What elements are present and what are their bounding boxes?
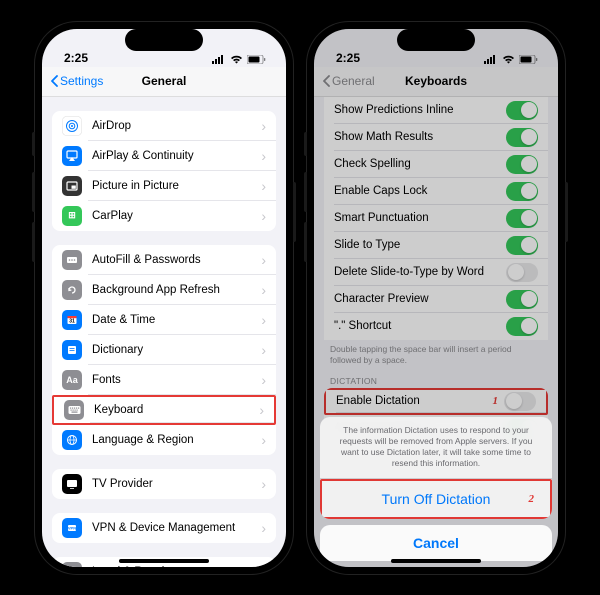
cancel-label: Cancel bbox=[413, 535, 459, 551]
row-label: VPN & Device Management bbox=[92, 522, 257, 534]
date-icon: 31 bbox=[62, 310, 82, 330]
settings-row-lang[interactable]: Language & Region › bbox=[52, 425, 276, 455]
svg-text:31: 31 bbox=[69, 318, 75, 324]
row-label: Picture in Picture bbox=[92, 180, 257, 192]
chevron-right-icon: › bbox=[261, 342, 266, 358]
chevron-right-icon: › bbox=[259, 402, 264, 418]
turn-off-dictation-button[interactable]: Turn Off Dictation 2 bbox=[320, 479, 552, 519]
fonts-icon: Aa bbox=[62, 370, 82, 390]
row-label: Keyboard bbox=[94, 404, 255, 416]
autofill-icon bbox=[62, 250, 82, 270]
lang-icon bbox=[62, 430, 82, 450]
action-sheet-action-label: Turn Off Dictation bbox=[382, 491, 491, 507]
nav-bar: Settings General bbox=[42, 67, 286, 97]
action-sheet-message: The information Dictation uses to respon… bbox=[320, 417, 552, 478]
back-button[interactable]: Settings bbox=[50, 74, 103, 88]
settings-group: AutoFill & Passwords›Background App Refr… bbox=[52, 245, 276, 455]
chevron-right-icon: › bbox=[261, 476, 266, 492]
legal-icon bbox=[62, 562, 82, 567]
row-label: AirPlay & Continuity bbox=[92, 150, 257, 162]
settings-row-fonts[interactable]: Aa Fonts › bbox=[52, 365, 276, 395]
annotation-2: 2 bbox=[529, 493, 535, 505]
carplay-icon: ⊞ bbox=[62, 206, 82, 226]
settings-row-date[interactable]: 31 Date & Time › bbox=[52, 305, 276, 335]
settings-list[interactable]: AirDrop›AirPlay & Continuity›Picture in … bbox=[42, 97, 286, 567]
chevron-right-icon: › bbox=[261, 432, 266, 448]
row-label: CarPlay bbox=[92, 210, 257, 222]
settings-row-dict[interactable]: Dictionary › bbox=[52, 335, 276, 365]
settings-row-airdrop[interactable]: AirDrop › bbox=[52, 111, 276, 141]
back-label: Settings bbox=[60, 74, 103, 88]
dict-icon bbox=[62, 340, 82, 360]
action-sheet: The information Dictation uses to respon… bbox=[320, 417, 552, 518]
screen-left: 2:25 Settings General AirDrop›AirPlay & … bbox=[42, 29, 286, 567]
svg-text:VPN: VPN bbox=[68, 525, 76, 530]
chevron-right-icon: › bbox=[261, 312, 266, 328]
row-label: AutoFill & Passwords bbox=[92, 254, 257, 266]
settings-row-pip[interactable]: Picture in Picture › bbox=[52, 171, 276, 201]
cellular-icon bbox=[212, 55, 226, 65]
settings-row-carplay[interactable]: ⊞ CarPlay › bbox=[52, 201, 276, 231]
dynamic-island bbox=[397, 29, 475, 51]
keyboard-icon bbox=[64, 400, 84, 420]
screen-right: 2:25 General Keyboards Show Predictions … bbox=[314, 29, 558, 567]
settings-group: AirDrop›AirPlay & Continuity›Picture in … bbox=[52, 111, 276, 231]
settings-group: VPN VPN & Device Management › bbox=[52, 513, 276, 543]
settings-row-refresh[interactable]: Background App Refresh › bbox=[52, 275, 276, 305]
row-label: Language & Region bbox=[92, 434, 257, 446]
airplay-icon bbox=[62, 146, 82, 166]
chevron-right-icon: › bbox=[261, 282, 266, 298]
row-label: Date & Time bbox=[92, 314, 257, 326]
action-sheet-scrim[interactable]: The information Dictation uses to respon… bbox=[314, 29, 558, 567]
settings-row-keyboard[interactable]: Keyboard › bbox=[52, 395, 276, 425]
status-time: 2:25 bbox=[64, 51, 88, 65]
dynamic-island bbox=[125, 29, 203, 51]
settings-row-autofill[interactable]: AutoFill & Passwords › bbox=[52, 245, 276, 275]
cancel-button[interactable]: Cancel bbox=[320, 525, 552, 561]
chevron-left-icon bbox=[50, 75, 58, 87]
row-label: AirDrop bbox=[92, 120, 257, 132]
settings-group: TV Provider › bbox=[52, 469, 276, 499]
wifi-icon bbox=[230, 55, 243, 64]
chevron-right-icon: › bbox=[261, 564, 266, 567]
vpn-icon: VPN bbox=[62, 518, 82, 538]
row-label: Fonts bbox=[92, 374, 257, 386]
chevron-right-icon: › bbox=[261, 178, 266, 194]
battery-icon bbox=[247, 55, 266, 64]
row-label: Legal & Regulatory bbox=[92, 566, 257, 567]
phone-frame-left: 2:25 Settings General AirDrop›AirPlay & … bbox=[35, 22, 293, 574]
chevron-right-icon: › bbox=[261, 118, 266, 134]
chevron-right-icon: › bbox=[261, 372, 266, 388]
phone-frame-right: 2:25 General Keyboards Show Predictions … bbox=[307, 22, 565, 574]
settings-row-airplay[interactable]: AirPlay & Continuity › bbox=[52, 141, 276, 171]
settings-row-tv[interactable]: TV Provider › bbox=[52, 469, 276, 499]
refresh-icon bbox=[62, 280, 82, 300]
row-label: Background App Refresh bbox=[92, 284, 257, 296]
tv-icon bbox=[62, 474, 82, 494]
status-indicators bbox=[212, 55, 266, 65]
home-indicator[interactable] bbox=[119, 559, 209, 563]
row-label: TV Provider bbox=[92, 478, 257, 490]
chevron-right-icon: › bbox=[261, 208, 266, 224]
pip-icon bbox=[62, 176, 82, 196]
row-label: Dictionary bbox=[92, 344, 257, 356]
settings-row-vpn[interactable]: VPN VPN & Device Management › bbox=[52, 513, 276, 543]
chevron-right-icon: › bbox=[261, 148, 266, 164]
chevron-right-icon: › bbox=[261, 252, 266, 268]
airdrop-icon bbox=[62, 116, 82, 136]
chevron-right-icon: › bbox=[261, 520, 266, 536]
home-indicator[interactable] bbox=[391, 559, 481, 563]
